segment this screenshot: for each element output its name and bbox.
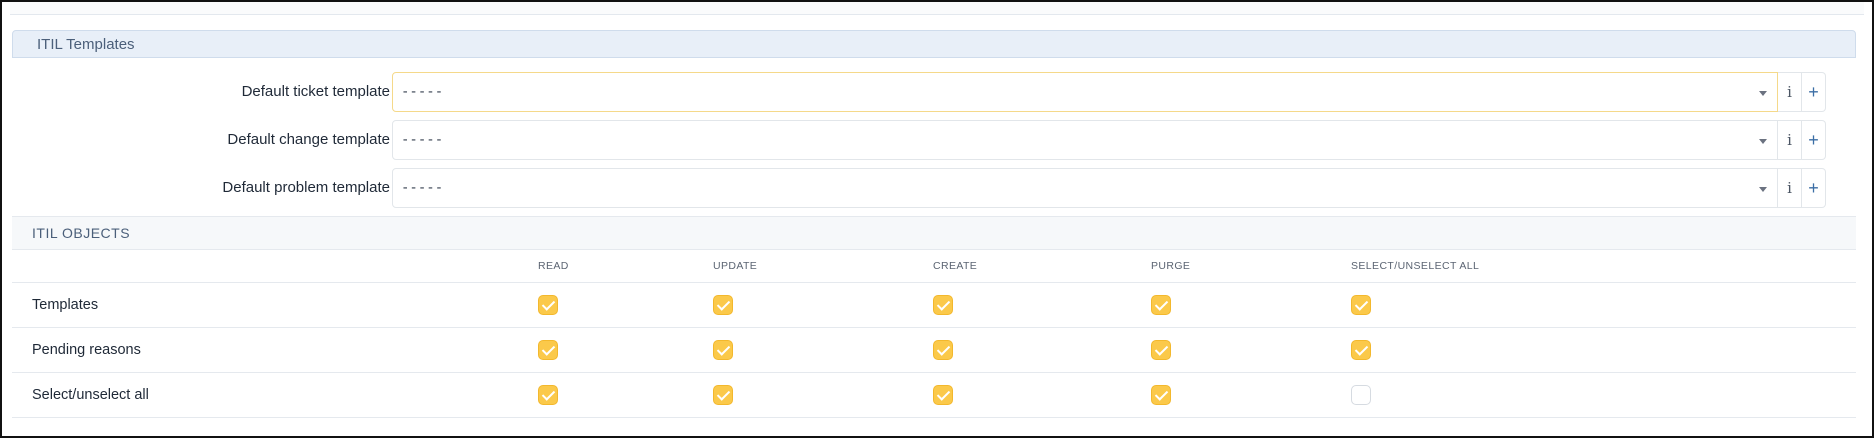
- checkbox-create[interactable]: [933, 385, 953, 405]
- chevron-down-icon: [1759, 91, 1767, 96]
- checkbox-read[interactable]: [538, 385, 558, 405]
- field-label: Default ticket template: [241, 83, 390, 100]
- checkbox-read[interactable]: [538, 295, 558, 315]
- top-strip: [10, 2, 1864, 15]
- rights-row-pending-reasons: Pending reasons: [12, 328, 1856, 373]
- field-label: Default change template: [227, 131, 390, 148]
- plus-icon[interactable]: +: [1802, 72, 1826, 112]
- checkbox-select-all[interactable]: [1351, 295, 1371, 315]
- row-label: Select/unselect all: [32, 387, 149, 403]
- column-header-row: READ UPDATE CREATE PURGE SELECT/UNSELECT…: [12, 250, 1856, 283]
- form-row-change-template: Default change template ----- i +: [12, 120, 1856, 160]
- section-header-itil-templates: ITIL Templates: [12, 30, 1856, 58]
- select-value: -----: [401, 132, 444, 148]
- checkbox-update[interactable]: [713, 385, 733, 405]
- checkbox-create[interactable]: [933, 340, 953, 360]
- itil-objects-header: ITIL OBJECTS: [12, 216, 1856, 250]
- column-header-select-all: SELECT/UNSELECT ALL: [1351, 260, 1480, 272]
- checkbox-update[interactable]: [713, 295, 733, 315]
- form-row-ticket-template: Default ticket template ----- i +: [12, 72, 1856, 112]
- select-value: -----: [401, 84, 444, 100]
- checkbox-select-all[interactable]: [1351, 340, 1371, 360]
- row-label: Templates: [32, 297, 99, 313]
- plus-icon[interactable]: +: [1802, 120, 1826, 160]
- column-header-create: CREATE: [933, 260, 978, 272]
- plus-icon[interactable]: +: [1802, 168, 1826, 208]
- change-template-select[interactable]: -----: [392, 120, 1778, 160]
- select-value: -----: [401, 180, 444, 196]
- checkbox-purge[interactable]: [1151, 385, 1171, 405]
- checkbox-select-all[interactable]: [1351, 385, 1371, 405]
- checkbox-create[interactable]: [933, 295, 953, 315]
- chevron-down-icon: [1759, 139, 1767, 144]
- form-row-problem-template: Default problem template ----- i +: [12, 168, 1856, 208]
- column-header-read: READ: [538, 260, 569, 272]
- chevron-down-icon: [1759, 187, 1767, 192]
- rights-row-templates: Templates: [12, 283, 1856, 328]
- checkbox-purge[interactable]: [1151, 340, 1171, 360]
- field-label: Default problem template: [222, 179, 390, 196]
- checkbox-update[interactable]: [713, 340, 733, 360]
- ticket-template-select[interactable]: -----: [392, 72, 1778, 112]
- row-label: Pending reasons: [32, 342, 141, 358]
- checkbox-read[interactable]: [538, 340, 558, 360]
- rights-row-select-unselect-all: Select/unselect all: [12, 373, 1856, 418]
- info-icon[interactable]: i: [1778, 120, 1802, 160]
- column-header-purge: PURGE: [1151, 260, 1191, 272]
- info-icon[interactable]: i: [1778, 72, 1802, 112]
- checkbox-purge[interactable]: [1151, 295, 1171, 315]
- section-title: ITIL Templates: [37, 36, 135, 53]
- problem-template-select[interactable]: -----: [392, 168, 1778, 208]
- info-icon[interactable]: i: [1778, 168, 1802, 208]
- column-header-update: UPDATE: [713, 260, 758, 272]
- objects-title: ITIL OBJECTS: [32, 225, 131, 241]
